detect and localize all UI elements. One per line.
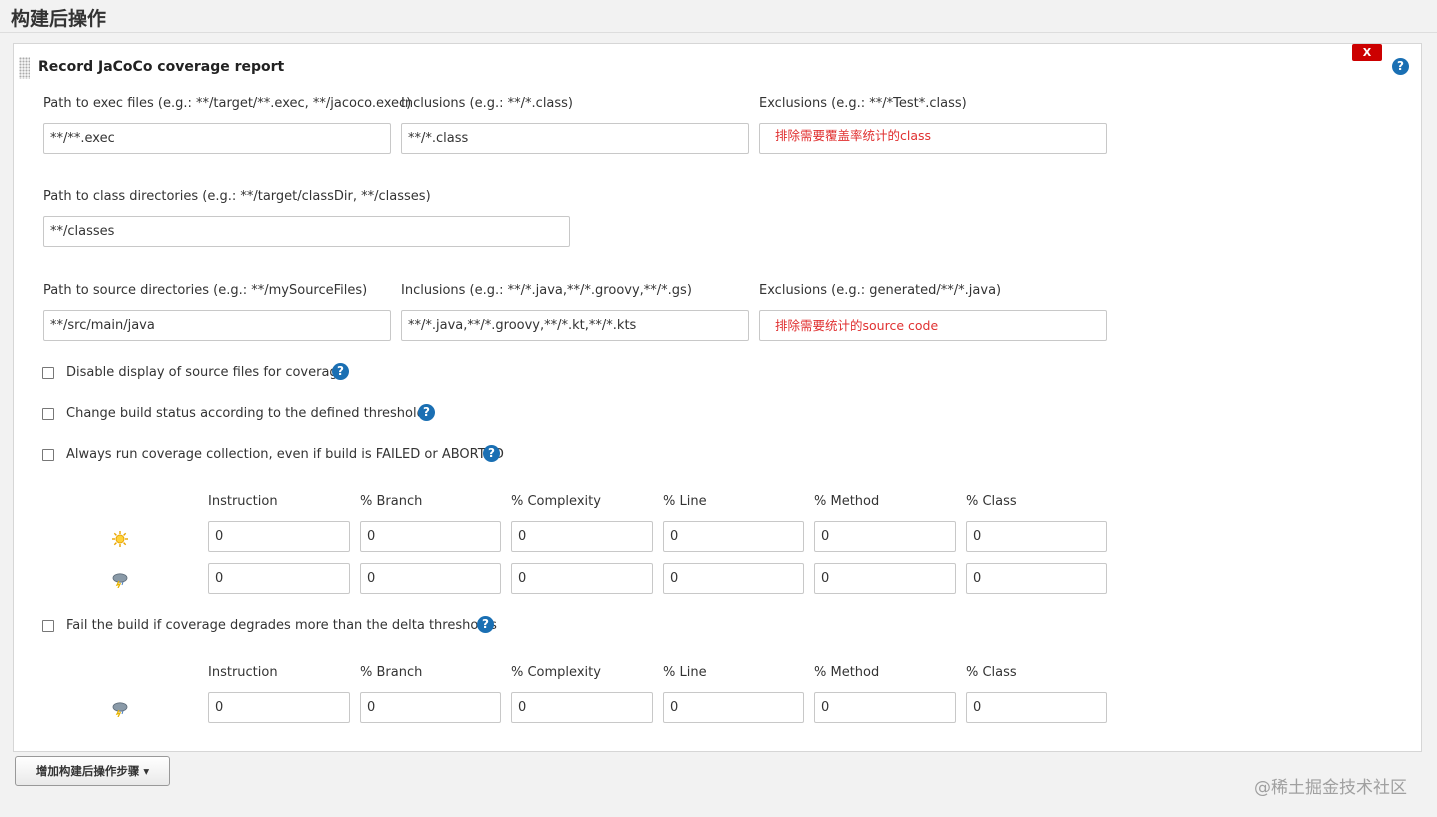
classdir-input[interactable] bbox=[43, 216, 570, 247]
exec-inclusions-label: Inclusions (e.g.: **/*.class) bbox=[401, 96, 574, 111]
exec-inclusions-input[interactable] bbox=[401, 123, 749, 154]
disable-source-checkbox[interactable] bbox=[42, 367, 54, 379]
always-run-help-icon[interactable]: ? bbox=[483, 445, 500, 462]
healthy-line-input[interactable] bbox=[663, 521, 804, 552]
threshold-col-branch: % Branch bbox=[360, 494, 423, 509]
threshold-col-method: % Method bbox=[814, 494, 880, 509]
section-divider bbox=[0, 32, 1437, 33]
chevron-down-icon: ▾ bbox=[143, 764, 150, 778]
delta-col-method: % Method bbox=[814, 665, 880, 680]
classdir-label: Path to class directories (e.g.: **/targ… bbox=[43, 189, 431, 204]
delta-col-line: % Line bbox=[663, 665, 707, 680]
source-exclusions-label: Exclusions (e.g.: generated/**/*.java) bbox=[759, 283, 1002, 298]
exec-path-label: Path to exec files (e.g.: **/target/**.e… bbox=[43, 96, 412, 111]
threshold-col-line: % Line bbox=[663, 494, 707, 509]
fail-build-checkbox[interactable] bbox=[42, 620, 54, 632]
unhealthy-class-input[interactable] bbox=[966, 563, 1107, 594]
change-status-help-icon[interactable]: ? bbox=[418, 404, 435, 421]
healthy-instruction-input[interactable] bbox=[208, 521, 350, 552]
delta-col-branch: % Branch bbox=[360, 665, 423, 680]
source-path-input[interactable] bbox=[43, 310, 391, 341]
threshold-col-instruction: Instruction bbox=[208, 494, 278, 509]
panel-help-icon[interactable]: ? bbox=[1392, 58, 1409, 75]
add-post-build-step-label: 增加构建后操作步骤 bbox=[35, 764, 140, 778]
delta-complexity-input[interactable] bbox=[511, 692, 653, 723]
panel-title: Record JaCoCo coverage report bbox=[38, 59, 285, 75]
stormy-weather-icon bbox=[112, 702, 128, 717]
unhealthy-branch-input[interactable] bbox=[360, 563, 501, 594]
section-title: 构建后操作 bbox=[11, 8, 107, 30]
drag-handle[interactable] bbox=[19, 57, 30, 79]
exec-exclusions-annotation: 排除需要覆盖率统计的class bbox=[775, 128, 932, 143]
watermark: @稀土掘金技术社区 bbox=[1254, 778, 1407, 798]
always-run-label: Always run coverage collection, even if … bbox=[66, 447, 504, 462]
threshold-col-class: % Class bbox=[966, 494, 1017, 509]
disable-source-help-icon[interactable]: ? bbox=[332, 363, 349, 380]
unhealthy-line-input[interactable] bbox=[663, 563, 804, 594]
threshold-col-complexity: % Complexity bbox=[511, 494, 601, 509]
change-status-label: Change build status according to the def… bbox=[66, 406, 432, 421]
delta-branch-input[interactable] bbox=[360, 692, 501, 723]
healthy-method-input[interactable] bbox=[814, 521, 956, 552]
source-path-label: Path to source directories (e.g.: **/myS… bbox=[43, 283, 368, 298]
healthy-branch-input[interactable] bbox=[360, 521, 501, 552]
source-exclusions-annotation: 排除需要统计的source code bbox=[775, 318, 939, 333]
change-status-checkbox[interactable] bbox=[42, 408, 54, 420]
delta-class-input[interactable] bbox=[966, 692, 1107, 723]
delta-method-input[interactable] bbox=[814, 692, 956, 723]
exec-exclusions-label: Exclusions (e.g.: **/*Test*.class) bbox=[759, 96, 967, 111]
fail-build-label: Fail the build if coverage degrades more… bbox=[66, 618, 497, 633]
delta-instruction-input[interactable] bbox=[208, 692, 350, 723]
source-inclusions-input[interactable] bbox=[401, 310, 749, 341]
delta-line-input[interactable] bbox=[663, 692, 804, 723]
disable-source-label: Disable display of source files for cove… bbox=[66, 365, 346, 380]
always-run-checkbox[interactable] bbox=[42, 449, 54, 461]
unhealthy-instruction-input[interactable] bbox=[208, 563, 350, 594]
delete-step-button[interactable]: X bbox=[1352, 44, 1382, 61]
healthy-complexity-input[interactable] bbox=[511, 521, 653, 552]
delta-col-instruction: Instruction bbox=[208, 665, 278, 680]
exec-path-input[interactable] bbox=[43, 123, 391, 154]
delta-col-complexity: % Complexity bbox=[511, 665, 601, 680]
stormy-weather-icon bbox=[112, 573, 128, 588]
unhealthy-complexity-input[interactable] bbox=[511, 563, 653, 594]
healthy-class-input[interactable] bbox=[966, 521, 1107, 552]
unhealthy-method-input[interactable] bbox=[814, 563, 956, 594]
add-post-build-step-button[interactable]: 增加构建后操作步骤 ▾ bbox=[15, 756, 170, 786]
fail-build-help-icon[interactable]: ? bbox=[477, 616, 494, 633]
sunny-weather-icon bbox=[112, 531, 128, 547]
source-inclusions-label: Inclusions (e.g.: **/*.java,**/*.groovy,… bbox=[401, 283, 692, 298]
delta-col-class: % Class bbox=[966, 665, 1017, 680]
